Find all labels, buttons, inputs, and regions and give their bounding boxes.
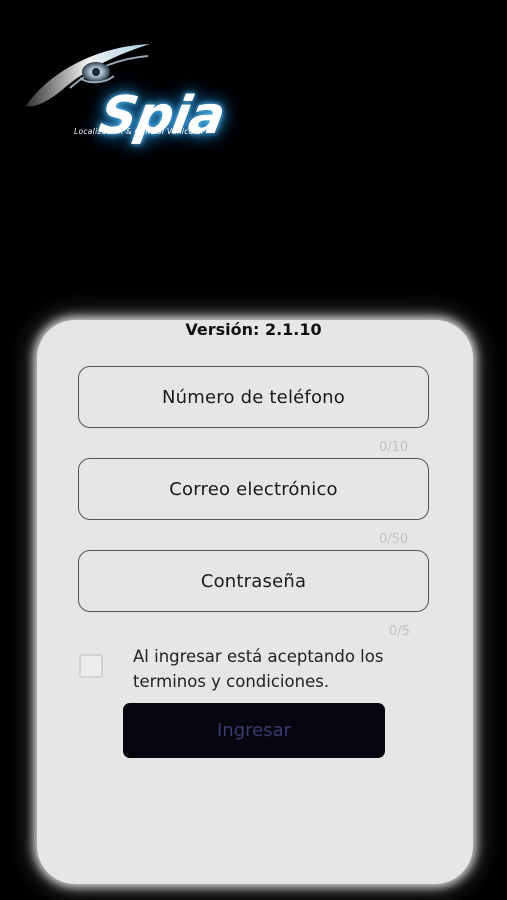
- login-button[interactable]: Ingresar: [123, 703, 385, 758]
- version-label: Versión: 2.1.10: [185, 320, 322, 339]
- password-counter: 0/5: [389, 624, 410, 639]
- password-field[interactable]: Contraseña: [78, 550, 429, 612]
- password-label: Contraseña: [200, 570, 307, 592]
- email-field[interactable]: Correo electrónico: [78, 458, 429, 520]
- spia-logo: Spia Localización & Control Vehicular: [22, 38, 262, 146]
- terms-text: Al ingresar está aceptando los terminos …: [133, 647, 384, 691]
- phone-number-counter: 0/10: [379, 440, 409, 455]
- phone-number-label: Número de teléfono: [161, 386, 346, 408]
- email-counter: 0/50: [379, 532, 409, 547]
- logo-tagline: Localización & Control Vehicular: [74, 127, 205, 136]
- email-label: Correo electrónico: [169, 478, 338, 500]
- phone-number-field[interactable]: Número de teléfono: [78, 366, 429, 428]
- terms-checkbox[interactable]: [79, 654, 103, 678]
- login-button-label: Ingresar: [216, 720, 292, 741]
- login-screen: Spia Localización & Control Vehicular Ve…: [0, 0, 507, 900]
